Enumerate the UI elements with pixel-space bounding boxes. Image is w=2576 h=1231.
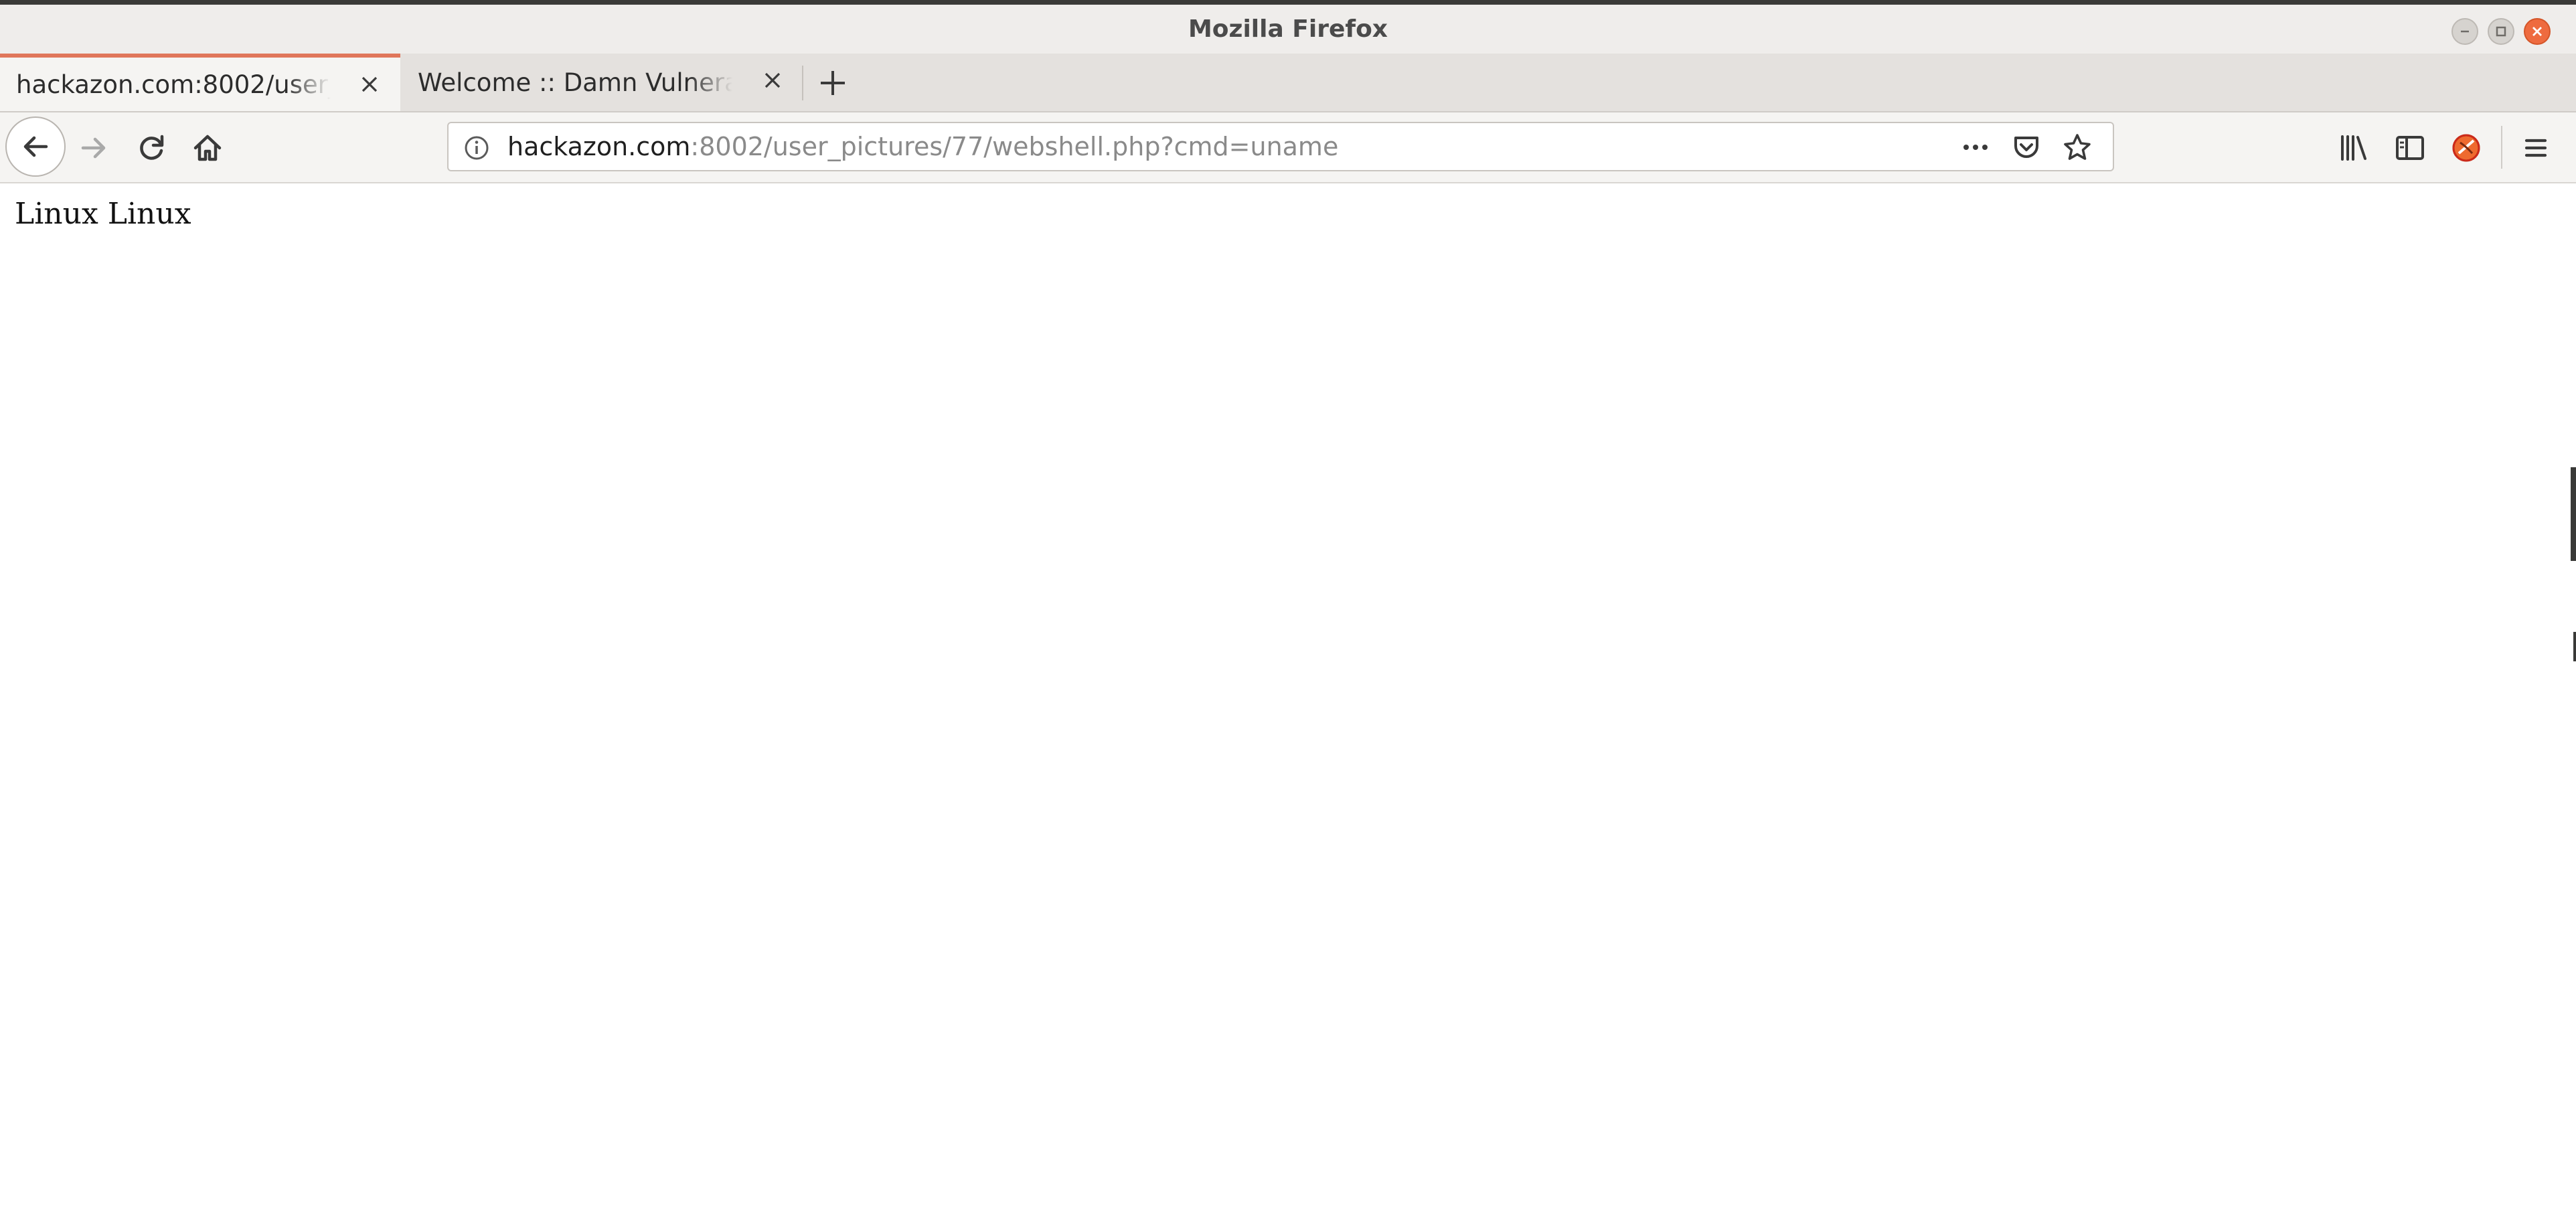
page-content: Linux Linux <box>0 183 2576 1231</box>
page-actions-button[interactable] <box>1959 131 1992 164</box>
tab-bar: hackazon.com:8002/user_pictures/77/websh… <box>0 54 2576 112</box>
maximize-icon <box>2496 26 2506 37</box>
hamburger-menu-icon <box>2524 139 2547 157</box>
reload-icon <box>140 135 164 160</box>
noscript-icon <box>2452 134 2480 162</box>
tab-separator <box>802 66 803 100</box>
forward-arrow-icon <box>81 137 106 159</box>
tab-webshell[interactable]: hackazon.com:8002/user_pictures/77/websh… <box>0 54 400 111</box>
library-icon <box>2341 135 2366 161</box>
command-output: Linux Linux <box>15 197 191 231</box>
back-button[interactable] <box>5 116 66 177</box>
window-title: Mozilla Firefox <box>1188 15 1388 43</box>
star-icon <box>2064 134 2091 160</box>
bookmark-button[interactable] <box>2061 131 2094 164</box>
menu-button[interactable] <box>2517 129 2555 167</box>
window-top-border <box>0 0 2576 5</box>
sidebar-button[interactable] <box>2391 129 2429 167</box>
pocket-icon <box>2014 137 2038 158</box>
tab-dvwa[interactable]: Welcome :: Damn Vulnerable Web Applicati… <box>402 54 803 111</box>
home-icon <box>193 135 222 161</box>
pocket-button[interactable] <box>2010 131 2043 164</box>
new-tab-icon[interactable] <box>813 63 853 103</box>
close-icon <box>2532 27 2542 36</box>
more-dots-icon <box>1963 145 1988 150</box>
minimize-icon <box>2461 30 2469 33</box>
tab-label: Welcome :: Damn Vulnerable Web Applicati… <box>418 68 732 97</box>
tab-close-icon[interactable] <box>759 67 786 94</box>
library-button[interactable] <box>2335 129 2372 167</box>
extension-button[interactable] <box>2447 129 2485 167</box>
url-bar[interactable]: hackazon.com:8002/user_pictures/77/websh… <box>447 122 2114 171</box>
forward-button[interactable] <box>75 129 112 167</box>
reload-button[interactable] <box>133 129 170 167</box>
scrollbar-edge[interactable] <box>2571 467 2576 561</box>
navigation-toolbar: hackazon.com:8002/user_pictures/77/websh… <box>0 112 2576 183</box>
minimize-button[interactable] <box>2451 18 2478 45</box>
toolbar-separator <box>2501 126 2502 169</box>
window-controls <box>2451 18 2551 45</box>
url-path: :8002/user_pictures/77/webshell.php?cmd=… <box>690 132 1339 161</box>
info-icon[interactable] <box>462 133 491 163</box>
home-button[interactable] <box>189 129 226 167</box>
url-host: hackazon.com <box>507 132 691 161</box>
tab-label: hackazon.com:8002/user_pictures/77/websh… <box>16 70 331 99</box>
back-arrow-icon <box>23 136 48 157</box>
window-titlebar: Mozilla Firefox <box>0 5 2576 54</box>
url-text[interactable]: hackazon.com:8002/user_pictures/77/websh… <box>507 123 1338 170</box>
maximize-button[interactable] <box>2488 18 2514 45</box>
close-window-button[interactable] <box>2524 18 2551 45</box>
tab-close-icon[interactable] <box>356 71 383 98</box>
sidebar-icon <box>2396 136 2424 160</box>
text-cursor-marker <box>2573 632 2576 661</box>
